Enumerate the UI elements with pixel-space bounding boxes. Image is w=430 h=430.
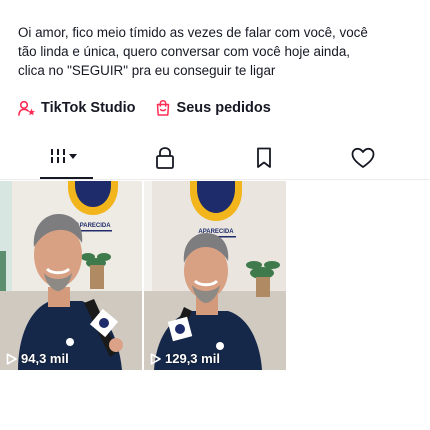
play-icon [6,352,17,365]
bio-line: Oi amor, fico meio tímido as vezes de fa… [18,25,368,40]
orders-label: Seus pedidos [176,100,271,116]
view-count-label: 129,3 mil [165,351,220,366]
play-icon [150,352,161,365]
grid-bars-icon [51,149,77,163]
profile-tabs [0,136,430,180]
view-count: 129,3 mil [150,351,220,366]
shopping-bag-icon [156,99,169,116]
video-thumbnail-image: APARECIDA [144,181,286,370]
profile-bio: Oi amor, fico meio tímido as vezes de fa… [18,23,418,80]
video-grid: APARECIDA 94,3 mil APARECIDA 129,3 mil [0,181,430,370]
tiktok-studio-label: TikTok Studio [41,100,136,116]
video-thumbnail[interactable]: APARECIDA 94,3 mil [0,181,142,370]
view-count-label: 94,3 mil [21,351,69,366]
bio-line: clica no "SEGUIR" pra eu conseguir te li… [18,63,276,78]
creator-icon [18,100,35,116]
lock-icon [156,147,174,169]
bookmark-icon [257,147,271,168]
logo-text: APARECIDA [75,223,111,229]
tiktok-studio-link[interactable]: TikTok Studio [18,100,136,116]
tab-favorites[interactable] [234,136,294,180]
video-thumbnail[interactable]: APARECIDA 129,3 mil [144,181,286,370]
video-thumbnail-image: APARECIDA [0,181,142,370]
active-tab-indicator [40,177,93,179]
tab-private[interactable] [135,136,195,180]
tab-liked[interactable] [333,136,393,180]
orders-link[interactable]: Seus pedidos [154,99,271,117]
bio-line: tão linda e única, quero conversar com v… [18,44,350,59]
tab-videos[interactable] [36,136,96,180]
heart-icon [351,147,375,168]
profile-links: TikTok Studio Seus pedidos [18,98,271,118]
view-count: 94,3 mil [6,351,69,366]
